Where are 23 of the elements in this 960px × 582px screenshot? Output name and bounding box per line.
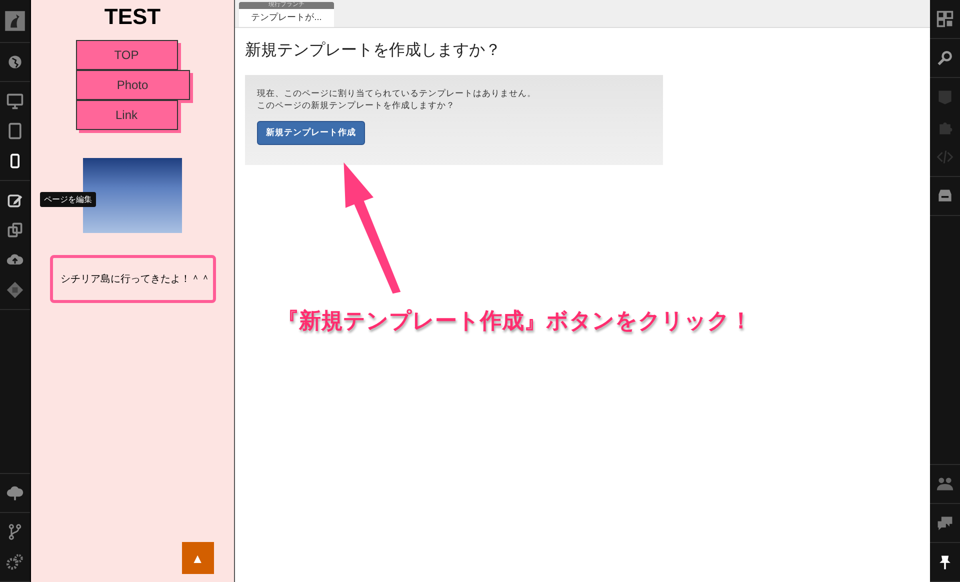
users-icon[interactable] <box>936 475 954 493</box>
qr-code-icon[interactable] <box>936 10 954 28</box>
desktop-icon[interactable] <box>6 92 24 110</box>
caption-box: シチリア島に行ってきたよ！＾＾ <box>50 255 216 303</box>
tooltip: ページを編集 <box>40 192 96 207</box>
puzzle-icon[interactable] <box>6 281 24 299</box>
create-template-button[interactable]: 新規テンプレート作成 <box>257 121 365 145</box>
search-icon[interactable] <box>936 49 954 67</box>
cloud-upload-icon[interactable] <box>6 484 24 502</box>
logo-icon[interactable] <box>4 10 26 32</box>
branch-icon[interactable] <box>6 523 24 541</box>
copy-icon[interactable] <box>6 221 24 239</box>
notice-text: このページの新規テンプレートを作成しますか？ <box>257 99 456 111</box>
tablet-icon[interactable] <box>6 122 24 140</box>
scroll-top-button[interactable]: ▲ <box>182 542 214 574</box>
site-title: TEST <box>104 4 161 30</box>
gears-icon[interactable] <box>6 553 24 571</box>
chat-icon[interactable] <box>936 514 954 532</box>
annotation-text: 『新規テンプレート作成』ボタンをクリック！ <box>277 307 752 335</box>
page-heading: 新規テンプレートを作成しますか？ <box>245 40 502 61</box>
tab-label: テンプレートが... <box>251 11 322 24</box>
globe-icon[interactable] <box>6 53 24 71</box>
notice-text: 現在、このページに割り当てられているテンプレートはありません。 <box>257 87 537 99</box>
